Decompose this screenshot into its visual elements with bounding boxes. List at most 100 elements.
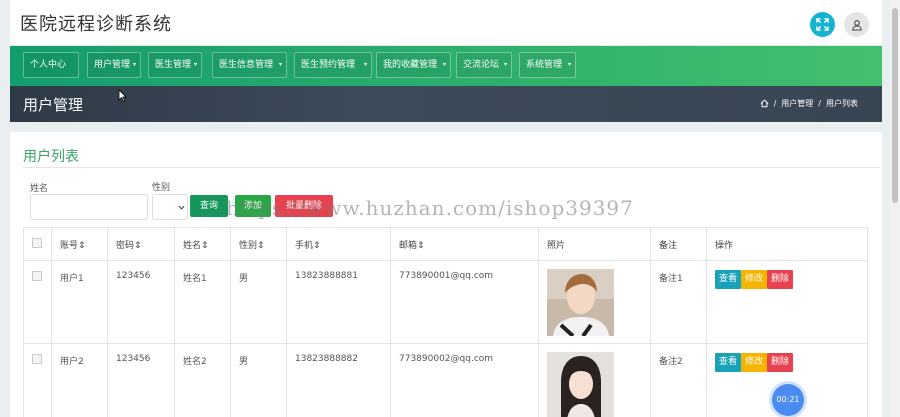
column-header-gender[interactable]: 性别⇕ — [230, 227, 287, 261]
table-header-row: 账号⇕ 密码⇕ 姓名⇕ 性别⇕ 手机⇕ 邮箱⇕ 照片 备注 操作 — [23, 227, 868, 261]
chevron-down-icon: ▾ — [278, 61, 282, 68]
column-label: 备注 — [659, 240, 678, 251]
column-header-phone[interactable]: 手机⇕ — [286, 227, 391, 261]
column-label: 手机 — [295, 240, 314, 251]
nav-label: 医生管理 — [155, 60, 192, 70]
breadcrumb-item-user-list: 用户列表 — [826, 99, 858, 108]
edit-button[interactable]: 修改 — [741, 270, 768, 289]
delete-button[interactable]: 删除 — [767, 353, 794, 372]
cell-phone: 13823888881 — [286, 260, 391, 344]
chevron-down-icon: ▾ — [132, 61, 136, 68]
cell-gender: 男 — [230, 343, 287, 417]
gender-filter-label: 性别 — [152, 183, 171, 193]
cell-gender: 男 — [230, 260, 287, 344]
delete-button[interactable]: 删除 — [767, 270, 794, 289]
breadcrumb-separator: / — [773, 99, 777, 108]
chevron-down-icon: ▾ — [567, 61, 571, 68]
row-checkbox[interactable] — [32, 354, 42, 364]
fullscreen-button[interactable] — [810, 12, 835, 37]
name-filter-input[interactable] — [30, 194, 148, 220]
column-header-email[interactable]: 邮箱⇕ — [390, 227, 539, 261]
nav-item-user-management[interactable]: 用户管理 ▾ — [87, 52, 141, 78]
nav-label: 个人中心 — [30, 60, 67, 70]
page-scrollbar[interactable] — [890, 0, 900, 417]
fullscreen-icon — [816, 18, 829, 31]
breadcrumb: / 用户管理 / 用户列表 — [760, 98, 858, 109]
cell-photo — [538, 343, 651, 417]
breadcrumb-separator: / — [818, 99, 821, 108]
column-label: 性别 — [239, 240, 258, 251]
column-header-account[interactable]: 账号⇕ — [51, 227, 108, 261]
view-button[interactable]: 查看 — [715, 353, 742, 372]
cell-remark: 备注1 — [650, 260, 707, 344]
cell-password: 123456 — [107, 343, 175, 417]
cell-remark: 备注2 — [650, 343, 707, 417]
column-header-password[interactable]: 密码⇕ — [107, 227, 175, 261]
sort-icon: ⇕ — [417, 240, 425, 251]
nav-item-forum[interactable]: 交流论坛 ▾ — [456, 52, 512, 78]
column-label: 操作 — [715, 240, 734, 251]
top-bar: 医院远程诊断系统 — [10, 0, 882, 46]
nav-item-personal-center[interactable]: 个人中心 — [23, 52, 79, 78]
name-filter-label: 姓名 — [30, 184, 49, 194]
nav-item-my-favorites[interactable]: 我的收藏管理 ▾ — [376, 52, 451, 78]
nav-item-doctor-info[interactable]: 医生信息管理 ▾ — [212, 52, 287, 78]
sort-icon: ⇕ — [201, 240, 209, 251]
sort-icon: ⇕ — [257, 240, 265, 251]
cell-account: 用户1 — [51, 260, 108, 344]
chevron-down-icon: ▾ — [442, 61, 446, 68]
cell-password: 123456 — [107, 260, 175, 344]
row-select-cell — [23, 260, 52, 344]
nav-label: 医生信息管理 — [219, 60, 274, 70]
app-title: 医院远程诊断系统 — [20, 14, 172, 35]
column-header-actions: 操作 — [706, 227, 868, 261]
view-button[interactable]: 查看 — [715, 270, 742, 289]
cell-email: 773890001@qq.com — [390, 260, 539, 344]
table-row: 用户2 123456 姓名2 男 13823888882 773890002@q… — [23, 343, 868, 417]
cell-email: 773890002@qq.com — [390, 343, 539, 417]
home-icon[interactable] — [760, 99, 769, 108]
sort-icon: ⇕ — [313, 240, 321, 251]
select-all-cell — [23, 227, 52, 261]
divider — [23, 167, 880, 168]
watermark: https://www.huzhan.com/ishop39397 — [226, 196, 634, 220]
cell-photo — [538, 260, 651, 344]
breadcrumb-item-user-management[interactable]: 用户管理 — [781, 98, 813, 109]
cell-phone: 13823888882 — [286, 343, 391, 417]
scrollbar-thumb[interactable] — [892, 8, 898, 203]
sort-icon: ⇕ — [134, 240, 142, 251]
row-checkbox[interactable] — [32, 271, 42, 281]
select-all-checkbox[interactable] — [32, 237, 42, 248]
table-row: 用户1 123456 姓名1 男 13823888881 773890001@q… — [23, 260, 868, 344]
cell-account: 用户2 — [51, 343, 108, 417]
column-label: 账号 — [60, 240, 79, 251]
sort-icon: ⇕ — [78, 240, 86, 251]
nav-item-doctor-management[interactable]: 医生管理 ▾ — [148, 52, 202, 78]
column-label: 照片 — [547, 240, 566, 251]
column-header-name[interactable]: 姓名⇕ — [174, 227, 231, 261]
chevron-down-icon: ▾ — [193, 61, 197, 68]
nav-item-system-management[interactable]: 系统管理 ▾ — [519, 52, 576, 78]
cell-name: 姓名2 — [174, 343, 231, 417]
cursor-icon — [118, 89, 127, 102]
column-header-remark: 备注 — [650, 227, 707, 261]
query-button[interactable]: 查询 — [190, 195, 228, 217]
column-label: 邮箱 — [399, 240, 418, 251]
section-title: 用户列表 — [23, 149, 79, 165]
chevron-down-icon: ▾ — [363, 61, 367, 68]
gender-filter-select[interactable] — [152, 194, 188, 220]
user-icon — [851, 19, 862, 31]
user-menu-button[interactable] — [844, 12, 869, 37]
nav-label: 用户管理 — [94, 60, 131, 70]
main-nav: 个人中心 用户管理 ▾ 医生管理 ▾ 医生信息管理 ▾ 医生预约管理 ▾ 我的收藏管理 ▾… — [10, 46, 882, 86]
user-photo-female — [547, 352, 614, 417]
timer-badge: 00:21 — [772, 384, 804, 416]
nav-item-doctor-appointment[interactable]: 医生预约管理 ▾ — [294, 52, 372, 78]
user-photo-male — [547, 269, 614, 336]
nav-label: 系统管理 — [526, 60, 563, 70]
column-label: 密码 — [116, 240, 135, 251]
nav-label: 医生预约管理 — [301, 60, 356, 70]
edit-button[interactable]: 修改 — [741, 353, 768, 372]
page-title: 用户管理 — [23, 96, 84, 114]
chevron-down-icon: ▾ — [503, 61, 507, 68]
